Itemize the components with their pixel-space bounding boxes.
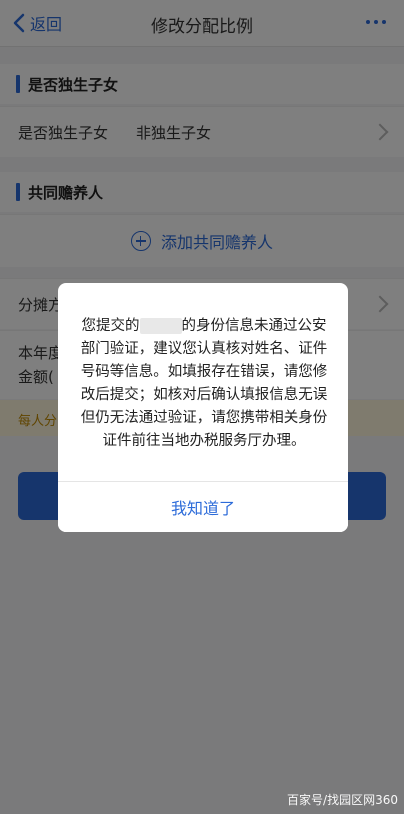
confirm-button[interactable]: 我知道了	[58, 482, 348, 532]
alert-dialog: 您提交的 的身份信息未通过公安部门验证，建议您认真核对姓名、证件号码等信息。如填报…	[58, 283, 348, 532]
dialog-message: 您提交的 的身份信息未通过公安部门验证，建议您认真核对姓名、证件号码等信息。如填报…	[80, 315, 328, 453]
page: 返回 修改分配比例 是否独生子女 是否独生子女 非独生子女 共同赡养人 添加共同…	[0, 0, 404, 814]
watermark: 百家号/找园区网360	[287, 793, 398, 807]
redacted-name	[139, 318, 182, 334]
dialog-message-prefix: 您提交的	[81, 318, 140, 334]
dialog-message-body: 的身份信息未通过公安部门验证，建议您认真核对姓名、证件号码等信息。如填报存在错误…	[80, 318, 328, 449]
